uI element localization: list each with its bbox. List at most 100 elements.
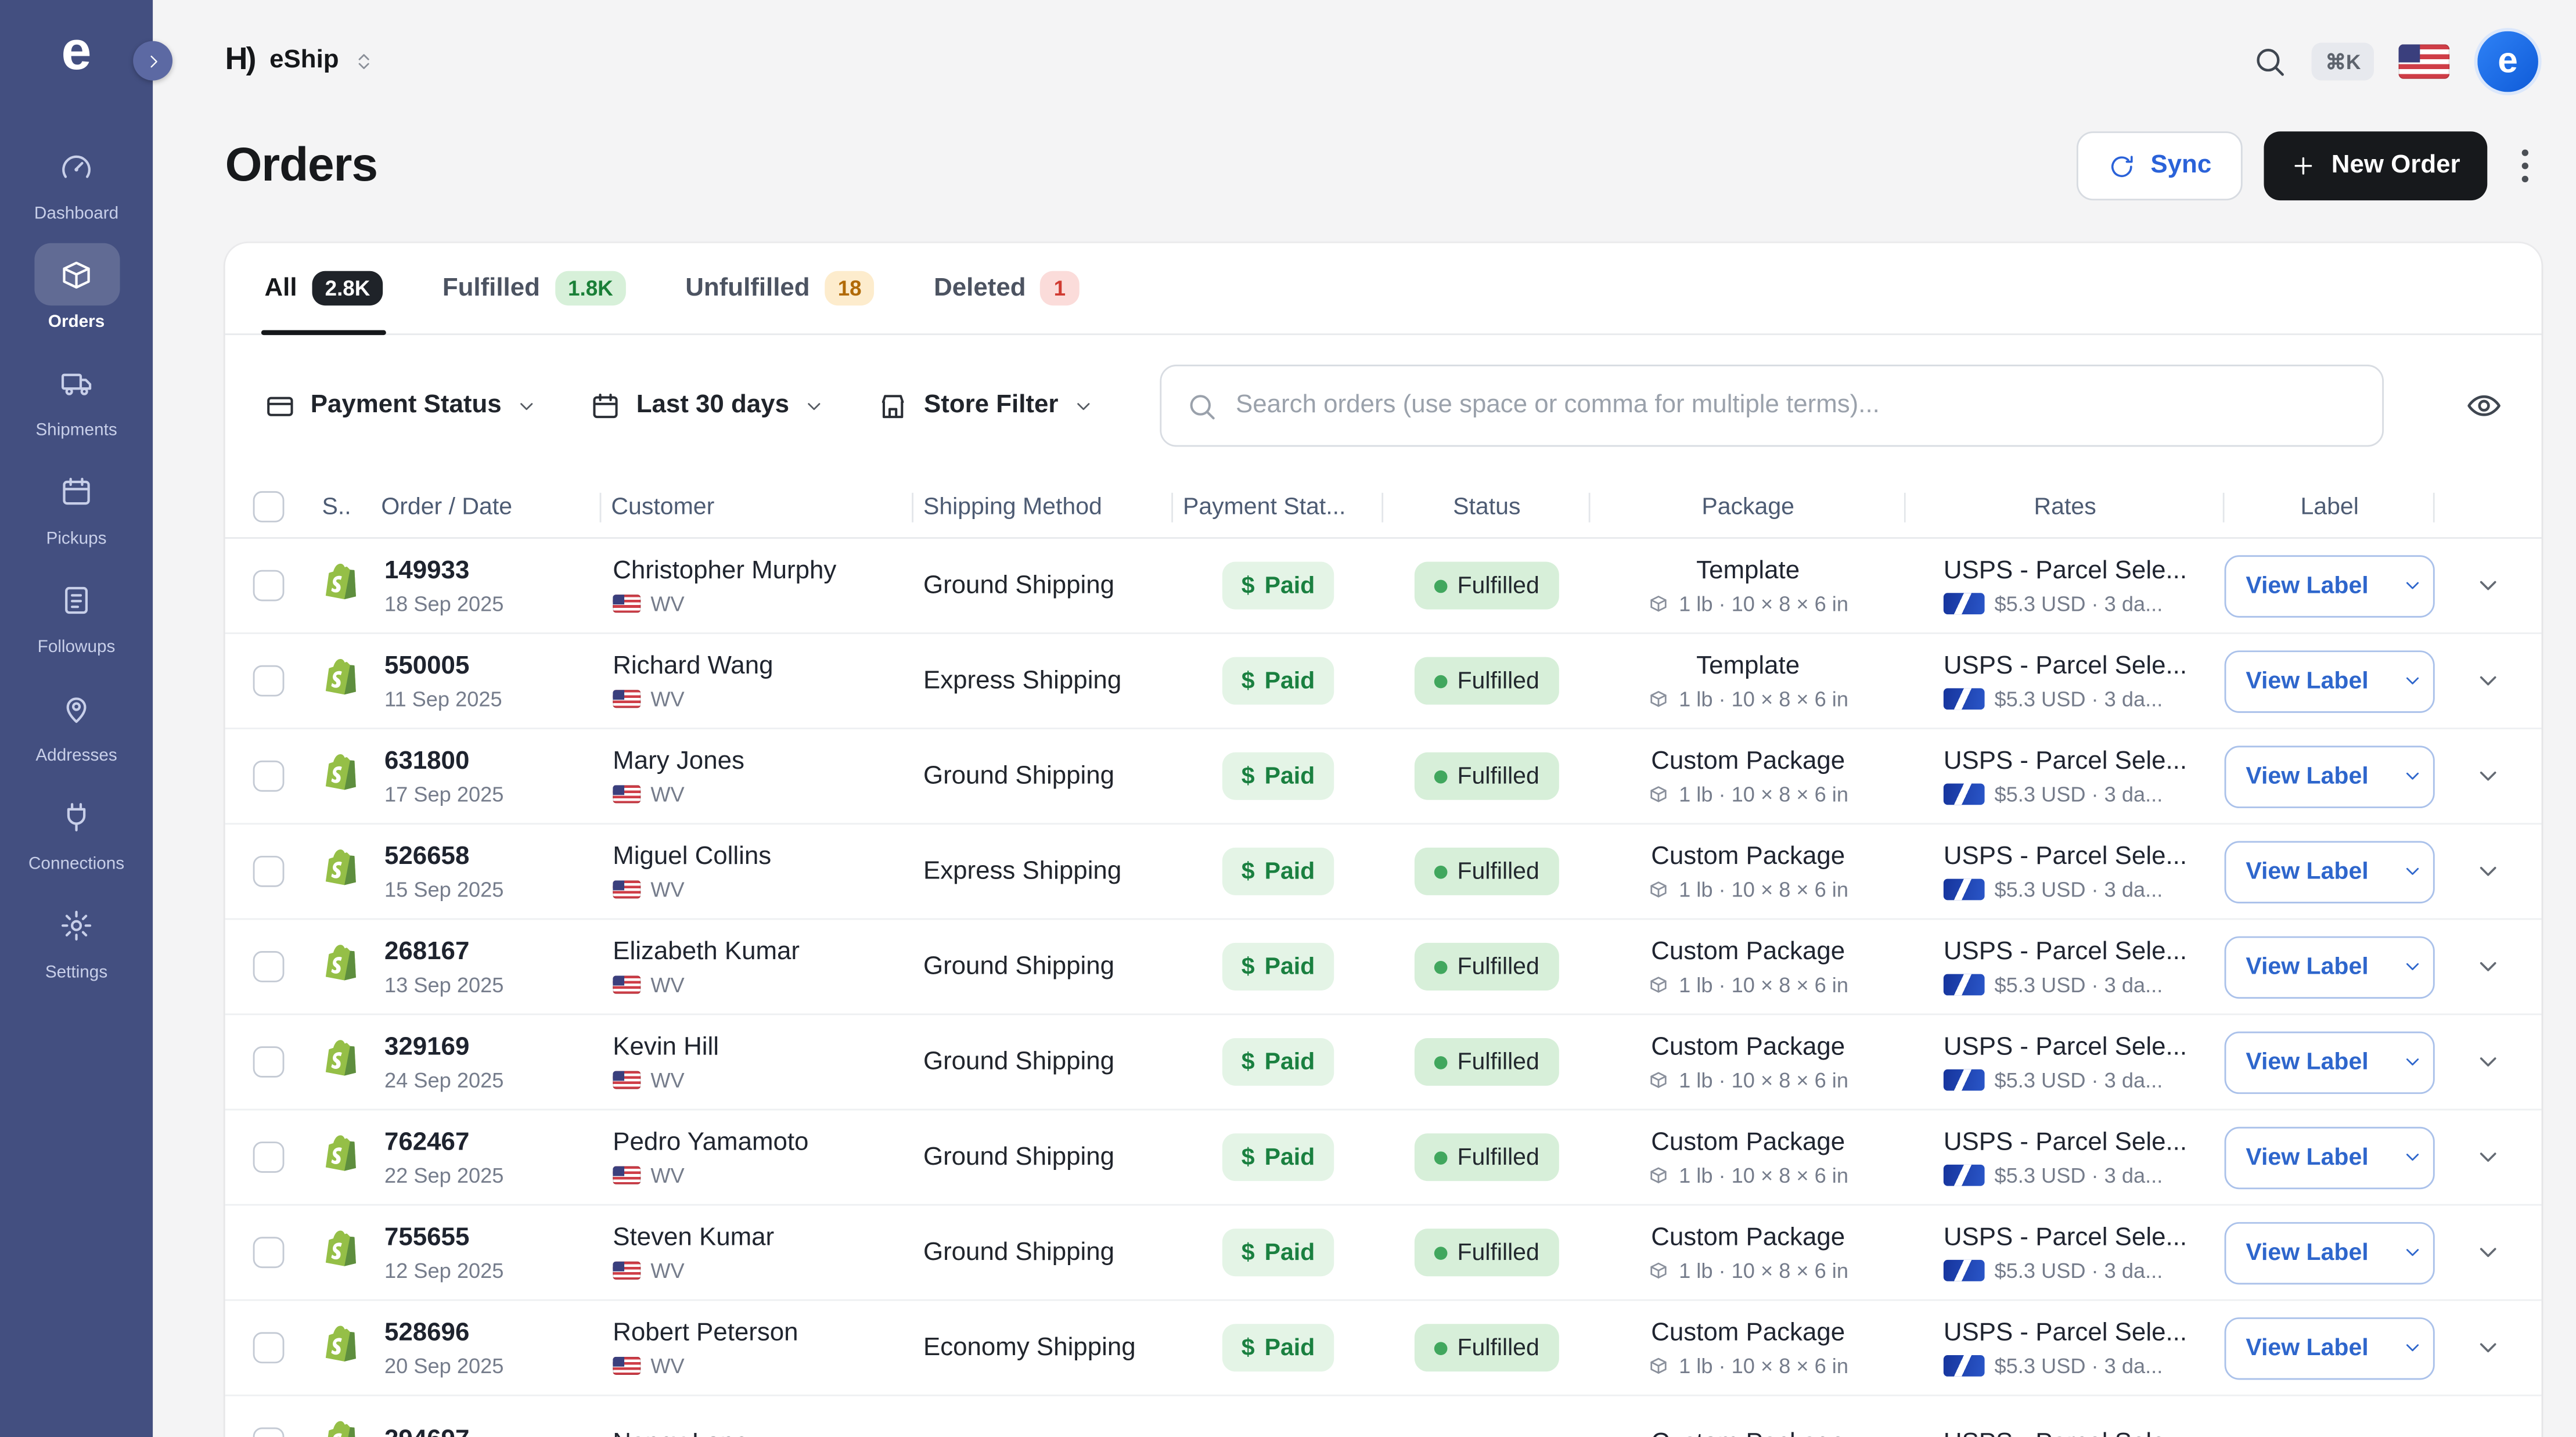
row-expand-button[interactable]: [2435, 1334, 2542, 1362]
row-checkbox[interactable]: [253, 1427, 285, 1437]
row-checkbox[interactable]: [253, 951, 285, 982]
package-type: Custom Package: [1651, 1318, 1845, 1348]
view-label-button[interactable]: View Label: [2225, 1317, 2435, 1380]
chevron-down-icon[interactable]: [2388, 842, 2435, 901]
sidebar-item-addresses[interactable]: Addresses: [0, 668, 153, 777]
credit-card-icon: [264, 390, 296, 422]
chevron-down-icon: [1073, 395, 1095, 416]
global-search-button[interactable]: [2253, 44, 2287, 78]
view-label-button[interactable]: View Label: [2225, 745, 2435, 808]
status-dot-icon: [1434, 1246, 1448, 1259]
view-label-button[interactable]: View Label: [2225, 650, 2435, 712]
chevron-down-icon[interactable]: [2388, 747, 2435, 806]
sidebar-item-label: Dashboard: [34, 204, 118, 224]
view-label-button[interactable]: View Label: [2225, 1126, 2435, 1189]
chevron-down-icon[interactable]: [2388, 556, 2435, 615]
select-all-checkbox[interactable]: [253, 491, 285, 523]
package-dimensions: 1 lb · 10 × 8 × 6 in: [1647, 1258, 1848, 1282]
column-header-payment-status: Payment Stat...: [1173, 476, 1383, 537]
chevron-down-icon[interactable]: [2388, 651, 2435, 711]
view-label-button[interactable]: View Label: [2225, 1031, 2435, 1093]
chevron-down-icon: [2474, 1429, 2502, 1437]
row-checkbox[interactable]: [253, 1046, 285, 1078]
paid-badge: $ Paid: [1222, 657, 1334, 705]
table-row[interactable]: 268167 13 Sep 2025 Elizabeth Kumar WV Gr…: [225, 920, 2542, 1015]
row-checkbox[interactable]: [253, 856, 285, 887]
order-cell: 294697: [371, 1426, 601, 1437]
chevron-down-icon[interactable]: [2388, 1032, 2435, 1092]
tab-unfulfilled[interactable]: Unfulfilled18: [685, 243, 875, 334]
order-cell: 528696 20 Sep 2025: [371, 1318, 601, 1377]
visibility-toggle-button[interactable]: [2466, 388, 2502, 424]
view-label-button[interactable]: View Label: [2225, 554, 2435, 617]
sidebar-collapse-button[interactable]: [133, 41, 172, 81]
table-row[interactable]: 755655 12 Sep 2025 Steven Kumar WV Groun…: [225, 1206, 2542, 1301]
store-filter[interactable]: Store Filter: [878, 390, 1095, 422]
row-checkbox[interactable]: [253, 1237, 285, 1268]
store-selector[interactable]: H) eShip: [225, 43, 375, 79]
row-expand-button[interactable]: [2435, 1238, 2542, 1266]
payment-status-cell: $ Paid: [1173, 562, 1383, 610]
tab-all[interactable]: All2.8K: [264, 243, 383, 334]
row-expand-button[interactable]: [2435, 1048, 2542, 1076]
shopify-store-icon: [321, 846, 364, 897]
sidebar-item-orders[interactable]: Orders: [0, 235, 153, 344]
view-label-button[interactable]: View Label: [2225, 840, 2435, 903]
new-order-button[interactable]: New Order: [2264, 131, 2487, 200]
customer-name: Pedro Yamamoto: [613, 1128, 913, 1157]
view-label-button[interactable]: View Label: [2225, 1221, 2435, 1284]
payment-status-filter[interactable]: Payment Status: [264, 390, 537, 422]
sync-icon: [2108, 152, 2136, 180]
sidebar-item-shipments[interactable]: Shipments: [0, 343, 153, 452]
table-row[interactable]: 762467 22 Sep 2025 Pedro Yamamoto WV Gro…: [225, 1110, 2542, 1205]
customer-name: Nancy Lopez: [613, 1428, 913, 1437]
table-row[interactable]: 294697 Nancy Lopez $ Custom Package: [225, 1396, 2542, 1437]
sidebar-item-followups[interactable]: Followups: [0, 560, 153, 669]
table-row[interactable]: 329169 24 Sep 2025 Kevin Hill WV Ground …: [225, 1015, 2542, 1110]
row-checkbox[interactable]: [253, 1332, 285, 1363]
table-row[interactable]: 149933 18 Sep 2025 Christopher Murphy WV…: [225, 539, 2542, 634]
row-expand-button[interactable]: [2435, 1429, 2542, 1437]
dashboard-icon: [59, 149, 93, 183]
tab-fulfilled[interactable]: Fulfilled1.8K: [442, 243, 627, 334]
row-expand-button[interactable]: [2435, 667, 2542, 695]
user-avatar[interactable]: e: [2474, 27, 2542, 95]
chevron-down-icon[interactable]: [2388, 937, 2435, 996]
view-label-button[interactable]: View Label: [2225, 935, 2435, 998]
package-cell: Custom Package: [1591, 1428, 1906, 1437]
chevron-down-icon[interactable]: [2388, 1223, 2435, 1282]
table-row[interactable]: 528696 20 Sep 2025 Robert Peterson WV Ec…: [225, 1301, 2542, 1396]
row-expand-button[interactable]: [2435, 953, 2542, 981]
table-row[interactable]: 550005 11 Sep 2025 Richard Wang WV Expre…: [225, 634, 2542, 729]
sidebar-item-connections[interactable]: Connections: [0, 777, 153, 885]
row-expand-button[interactable]: [2435, 858, 2542, 885]
us-flag-icon[interactable]: [2398, 44, 2449, 78]
paid-badge: $ Paid: [1222, 1038, 1334, 1086]
row-checkbox[interactable]: [253, 761, 285, 792]
order-number: 528696: [384, 1318, 601, 1348]
chevron-down-icon[interactable]: [2388, 1128, 2435, 1187]
row-checkbox[interactable]: [253, 1141, 285, 1173]
tab-deleted[interactable]: Deleted1: [934, 243, 1079, 334]
sidebar-item-pickups[interactable]: Pickups: [0, 452, 153, 560]
row-checkbox[interactable]: [253, 570, 285, 602]
table-row[interactable]: 526658 15 Sep 2025 Miguel Collins WV Exp…: [225, 824, 2542, 920]
sidebar-item-dashboard[interactable]: Dashboard: [0, 127, 153, 235]
sync-button[interactable]: Sync: [2077, 131, 2243, 200]
status-cell: Fulfilled: [1383, 1324, 1590, 1371]
table-row[interactable]: 631800 17 Sep 2025 Mary Jones WV Ground …: [225, 729, 2542, 824]
more-options-button[interactable]: [2508, 139, 2542, 193]
orders-search-input[interactable]: [1236, 391, 2358, 420]
sidebar-item-settings[interactable]: Settings: [0, 885, 153, 994]
date-range-filter[interactable]: Last 30 days: [590, 390, 825, 422]
row-checkbox[interactable]: [253, 665, 285, 697]
store-cell: [312, 1036, 372, 1087]
rate-carrier: USPS - Parcel Sele...: [1944, 747, 2219, 776]
box-icon: [1647, 687, 1669, 709]
row-expand-button[interactable]: [2435, 572, 2542, 600]
customer-cell: Mary Jones WV: [601, 747, 913, 806]
package-cell: Custom Package 1 lb · 10 × 8 × 6 in: [1591, 1032, 1906, 1092]
chevron-down-icon[interactable]: [2388, 1318, 2435, 1377]
row-expand-button[interactable]: [2435, 1143, 2542, 1171]
row-expand-button[interactable]: [2435, 762, 2542, 790]
